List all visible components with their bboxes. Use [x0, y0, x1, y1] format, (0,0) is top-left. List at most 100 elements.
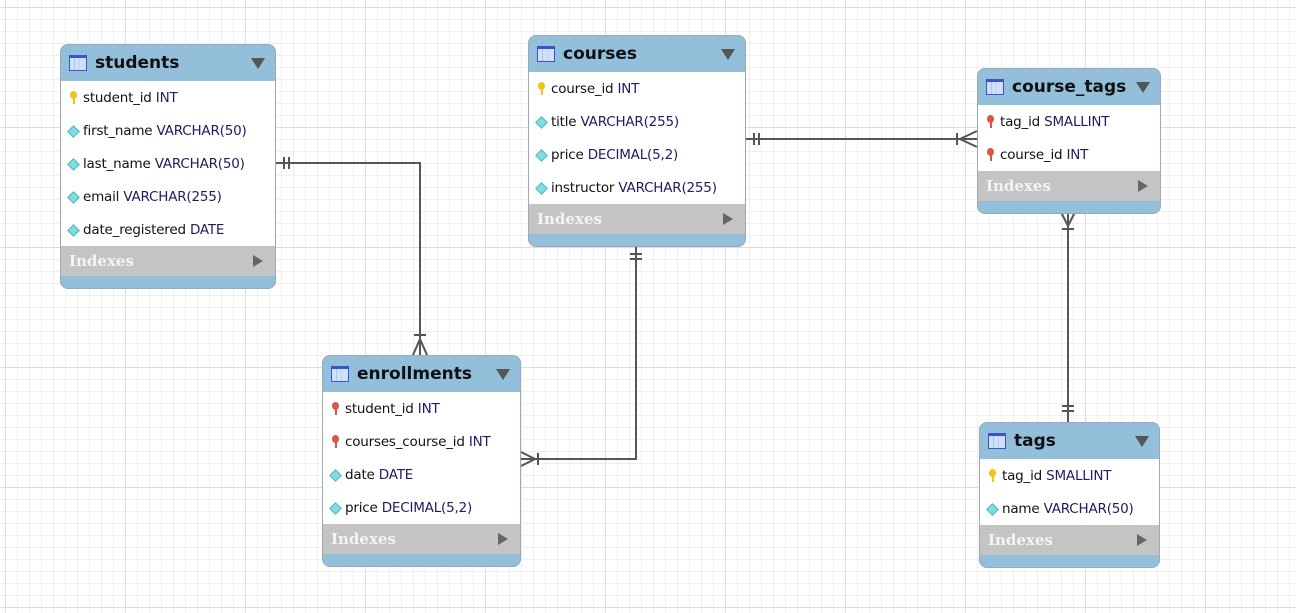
column-type: INT: [417, 400, 440, 417]
column-name: student_id: [83, 89, 152, 106]
indexes-section[interactable]: Indexes: [529, 204, 745, 234]
relationship-courses-course_tags[interactable]: [746, 130, 978, 148]
collapse-triangle-icon[interactable]: [496, 369, 510, 380]
column-name: student_id: [345, 400, 414, 417]
table-header[interactable]: students: [61, 45, 275, 81]
column-row[interactable]: student_id INT: [323, 392, 520, 425]
table-footer: [61, 276, 275, 288]
table-footer: [529, 234, 745, 246]
foreign-key-icon: [330, 434, 340, 449]
column-type: VARCHAR(255): [580, 113, 680, 130]
indexes-section[interactable]: Indexes: [61, 246, 275, 276]
column-type: DATE: [378, 466, 414, 483]
column-row[interactable]: instructor VARCHAR(255): [529, 171, 745, 204]
column-list: tag_id SMALLINT name VARCHAR(50): [980, 459, 1159, 525]
table-name: course_tags: [1012, 77, 1127, 97]
column-name: price: [345, 499, 378, 516]
column-list: course_id INT title VARCHAR(255) price D…: [529, 72, 745, 204]
primary-key-icon: [68, 90, 78, 105]
column-row[interactable]: date DATE: [323, 458, 520, 491]
foreign-key-icon: [330, 401, 340, 416]
relationship-courses-enrollments[interactable]: [520, 245, 642, 467]
table-icon: [331, 366, 349, 382]
column-type: DATE: [189, 221, 225, 238]
column-diamond-icon: [68, 190, 78, 204]
table-footer: [980, 555, 1159, 567]
table-icon: [537, 46, 555, 62]
column-name: title: [551, 113, 577, 130]
indexes-section[interactable]: Indexes: [323, 524, 520, 554]
table-enrollments[interactable]: enrollments student_id INT courses_cours…: [322, 355, 521, 567]
indexes-section[interactable]: Indexes: [980, 525, 1159, 555]
column-row[interactable]: courses_course_id INT: [323, 425, 520, 458]
column-list: student_id INT first_name VARCHAR(50) la…: [61, 81, 275, 246]
column-type: VARCHAR(255): [123, 188, 222, 205]
relationship-students-enrollments[interactable]: [276, 157, 428, 356]
column-row[interactable]: course_id INT: [529, 72, 745, 105]
column-list: student_id INT courses_course_id INT dat…: [323, 392, 520, 524]
table-name: enrollments: [357, 364, 472, 384]
expand-arrow-icon[interactable]: [253, 255, 263, 267]
column-type: SMALLINT: [1044, 113, 1110, 130]
column-row[interactable]: name VARCHAR(50): [980, 492, 1159, 525]
column-type: VARCHAR(255): [618, 179, 717, 196]
column-row[interactable]: first_name VARCHAR(50): [61, 114, 275, 147]
column-type: DECIMAL(5,2): [381, 499, 473, 516]
table-name: courses: [563, 44, 638, 64]
foreign-key-icon: [985, 114, 995, 129]
collapse-triangle-icon[interactable]: [251, 58, 265, 69]
column-row[interactable]: tag_id SMALLINT: [980, 459, 1159, 492]
column-row[interactable]: price DECIMAL(5,2): [323, 491, 520, 524]
table-name: tags: [1014, 431, 1056, 451]
column-name: tag_id: [1000, 113, 1041, 130]
column-type: INT: [468, 433, 491, 450]
indexes-label: Indexes: [331, 530, 396, 548]
column-name: last_name: [83, 155, 151, 172]
column-name: name: [1002, 500, 1040, 517]
column-row[interactable]: title VARCHAR(255): [529, 105, 745, 138]
table-icon: [988, 433, 1006, 449]
column-name: instructor: [551, 179, 615, 196]
table-course_tags[interactable]: course_tags tag_id SMALLINT course_id IN…: [977, 68, 1161, 214]
column-row[interactable]: student_id INT: [61, 81, 275, 114]
column-row[interactable]: course_id INT: [978, 138, 1160, 171]
table-name: students: [95, 53, 180, 73]
expand-arrow-icon[interactable]: [498, 533, 508, 545]
column-name: date: [345, 466, 375, 483]
indexes-label: Indexes: [986, 177, 1051, 195]
column-diamond-icon: [987, 502, 997, 516]
collapse-triangle-icon[interactable]: [1136, 82, 1150, 93]
expand-arrow-icon[interactable]: [723, 213, 733, 225]
column-name: first_name: [83, 122, 153, 139]
column-row[interactable]: price DECIMAL(5,2): [529, 138, 745, 171]
table-header[interactable]: course_tags: [978, 69, 1160, 105]
table-tags[interactable]: tags tag_id SMALLINT name VARCHAR(50) In…: [979, 422, 1160, 568]
column-row[interactable]: tag_id SMALLINT: [978, 105, 1160, 138]
indexes-label: Indexes: [69, 252, 134, 270]
primary-key-icon: [987, 468, 997, 483]
table-courses[interactable]: courses course_id INT title VARCHAR(255)…: [528, 35, 746, 247]
column-row[interactable]: date_registered DATE: [61, 213, 275, 246]
column-row[interactable]: last_name VARCHAR(50): [61, 147, 275, 180]
collapse-triangle-icon[interactable]: [721, 49, 735, 60]
column-diamond-icon: [536, 181, 546, 195]
indexes-label: Indexes: [537, 210, 602, 228]
relationship-tags-course_tags[interactable]: [1060, 211, 1076, 422]
collapse-triangle-icon[interactable]: [1135, 436, 1149, 447]
table-students[interactable]: students student_id INT first_name VARCH…: [60, 44, 276, 289]
column-name: course_id: [551, 80, 614, 97]
column-row[interactable]: email VARCHAR(255): [61, 180, 275, 213]
table-header[interactable]: courses: [529, 36, 745, 72]
column-diamond-icon: [68, 124, 78, 138]
column-diamond-icon: [330, 468, 340, 482]
column-type: SMALLINT: [1046, 467, 1112, 484]
column-type: DECIMAL(5,2): [587, 146, 679, 163]
indexes-section[interactable]: Indexes: [978, 171, 1160, 201]
column-diamond-icon: [68, 223, 78, 237]
table-footer: [978, 201, 1160, 213]
table-header[interactable]: enrollments: [323, 356, 520, 392]
expand-arrow-icon[interactable]: [1138, 180, 1148, 192]
expand-arrow-icon[interactable]: [1137, 534, 1147, 546]
column-diamond-icon: [68, 157, 78, 171]
table-header[interactable]: tags: [980, 423, 1159, 459]
